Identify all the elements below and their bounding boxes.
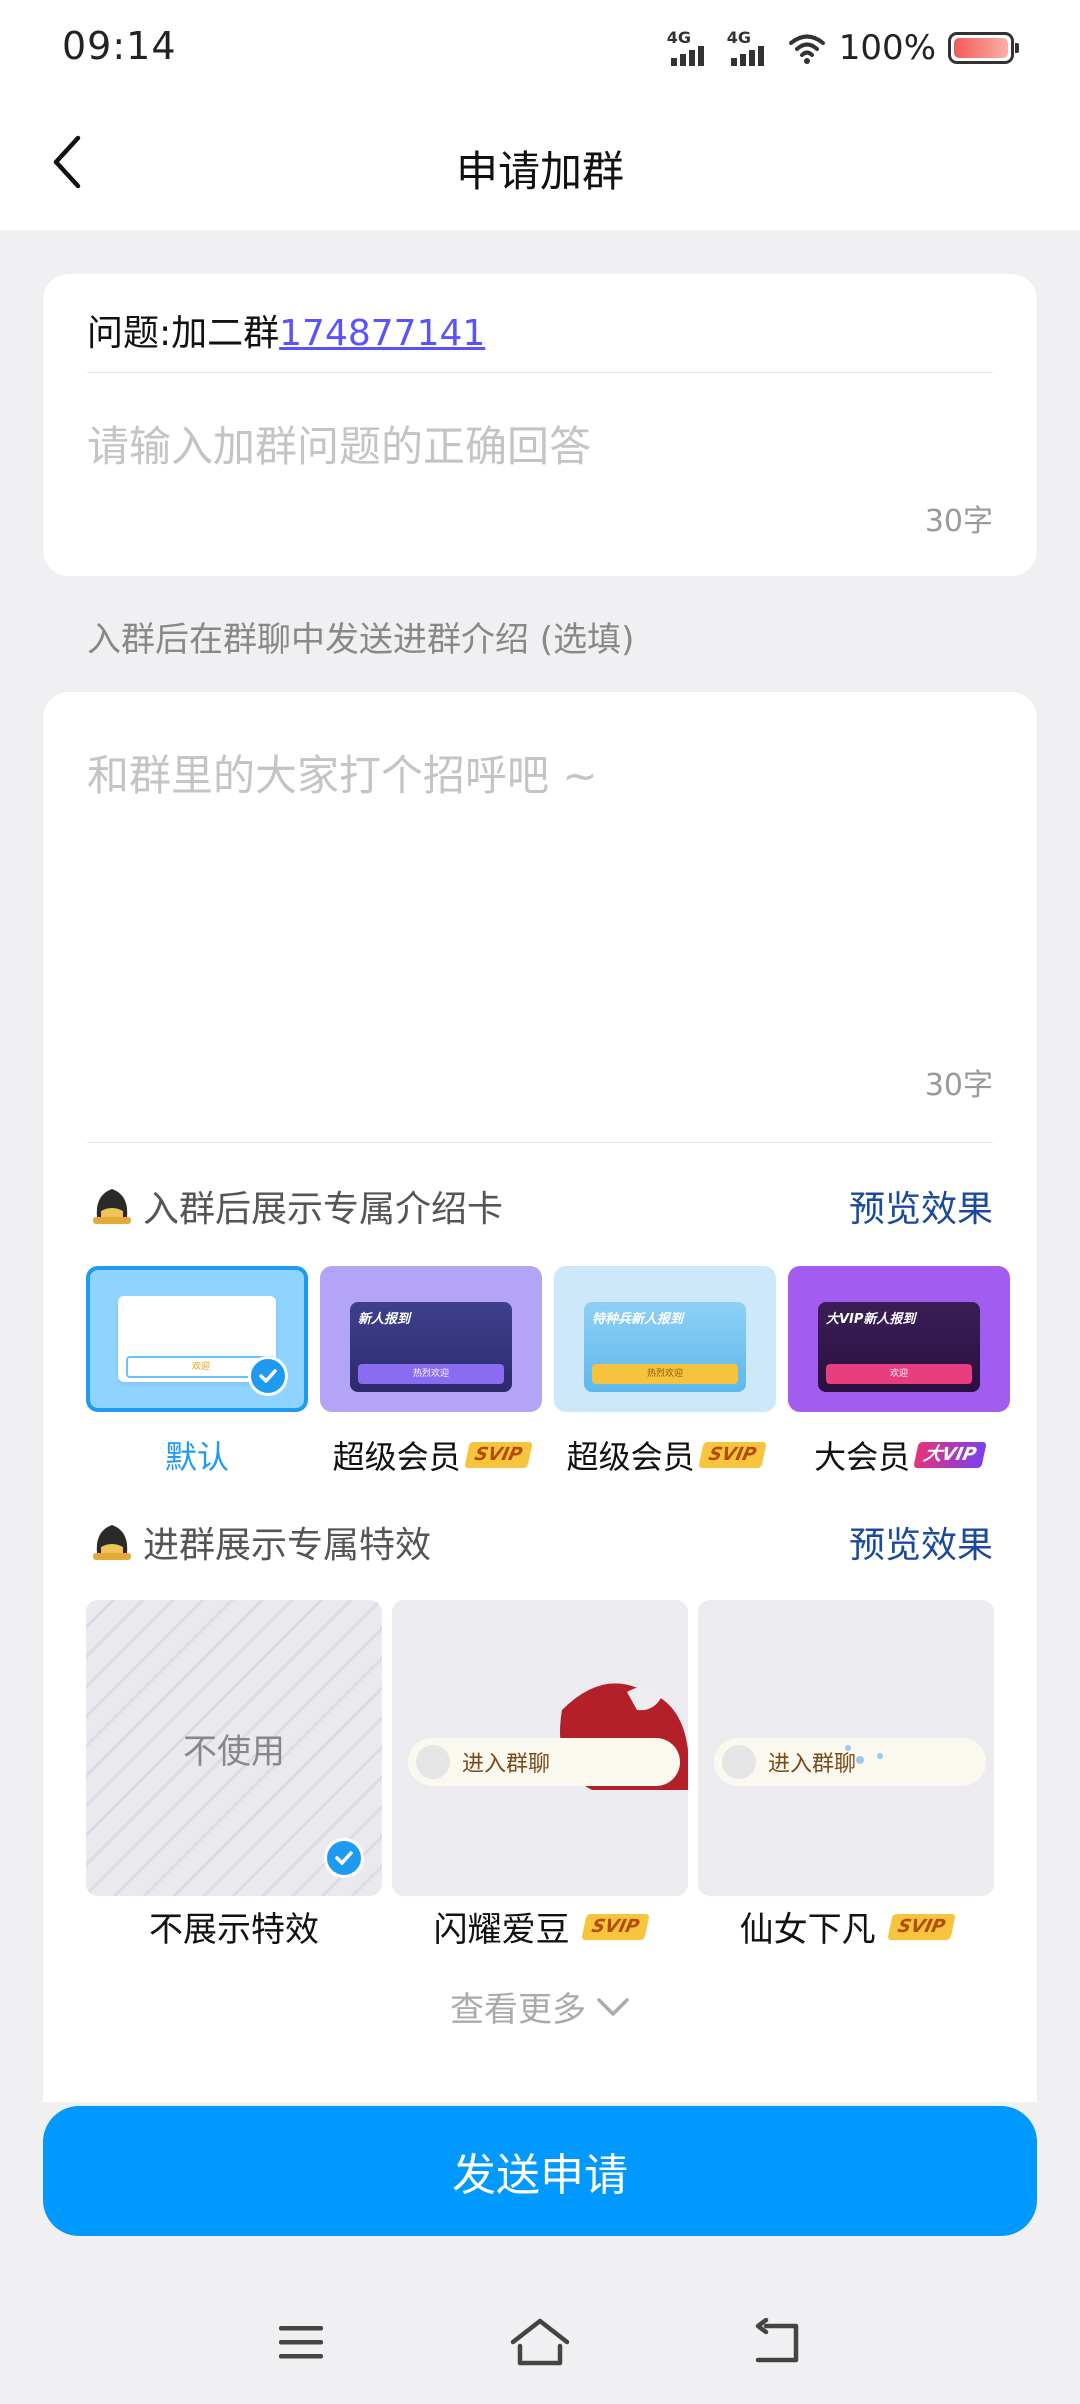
answer-char-counter: 30字 [924,504,993,539]
answer-input[interactable] [87,422,987,471]
intro-card-label-svip[interactable]: 超级会员 SVIP [554,1432,776,1478]
effect-label-text: 闪耀爱豆 [433,1910,570,1950]
effect-label-text: 仙女下凡 [739,1910,876,1950]
avatar [416,1745,450,1779]
card-label-text: 超级会员 [566,1438,695,1476]
page-title: 申请加群 [455,147,624,196]
signal-icon: 4G [667,28,715,68]
sparkle-icon [845,1745,883,1764]
intro-card-list: 欢迎 新人报到 热烈欢迎 特种兵新人报到 热烈欢迎 大VIP新人报到 欢迎 [86,1266,1037,1412]
check-icon [324,1838,364,1878]
preview-link[interactable]: 预览效果 [849,1180,993,1232]
helmet-icon [93,1189,131,1224]
intro-char-counter: 30字 [924,1068,993,1103]
intro-hint: 入群后在群聊中发送进群介绍 (选填) [87,620,635,660]
section-title: 进群展示专属特效 [143,1525,432,1566]
intro-card-bigvip[interactable]: 大VIP新人报到 欢迎 [788,1266,1010,1412]
intro-card-default[interactable]: 欢迎 [86,1266,308,1412]
card-preview: 大VIP新人报到 欢迎 [818,1302,980,1392]
svip-badge: SVIP [886,1913,956,1940]
card-preview-button: 欢迎 [826,1364,972,1384]
submit-button[interactable]: 发送申请 [43,2106,1037,2236]
card-preview: 特种兵新人报到 热烈欢迎 [584,1302,746,1392]
svip-badge: SVIP [697,1442,767,1468]
intro-card-panel: 30字 入群后展示专属介绍卡 预览效果 欢迎 新人报到 热烈欢迎 特种兵新人 [43,692,1037,2102]
see-more-button[interactable]: 查看更多 [43,1982,1037,2031]
effect-shining-idol[interactable]: 进入群聊 [392,1600,688,1896]
effect-none-text: 不使用 [183,1732,285,1772]
intro-card-label-default[interactable]: 默认 [86,1432,308,1478]
signal-label: 4G [666,28,692,47]
card-label-text: 超级会员 [332,1438,461,1476]
effect-label-fairy[interactable]: 仙女下凡 SVIP [698,1902,994,1951]
card-preview-title: 新人报到 [358,1312,411,1327]
status-icons: 4G 4G 100% [667,26,1019,70]
menu-icon [279,2326,323,2359]
effect-label-idol[interactable]: 闪耀爱豆 SVIP [392,1902,688,1951]
intro-message-input[interactable] [87,742,993,1022]
card-preview-title: 大VIP新人报到 [826,1312,916,1327]
effect-label-text: 不展示特效 [149,1910,319,1950]
card-label-text: 大会员 [814,1438,911,1476]
wifi-icon [788,34,825,64]
divider [87,1142,993,1143]
svip-badge: SVIP [580,1913,650,1940]
home-button[interactable] [505,2312,575,2372]
chevron-down-icon [597,1997,629,2016]
card-preview-button: 热烈欢迎 [358,1364,504,1384]
question-text: 问题:加二群 [87,313,280,354]
status-bar: 09:14 4G 4G 100% [0,0,1080,100]
card-preview-title: 特种兵新人报到 [592,1312,684,1327]
helmet-icon [93,1525,131,1560]
check-icon [248,1356,288,1396]
section-title: 入群后展示专属介绍卡 [143,1189,504,1230]
intro-card-label-bigvip[interactable]: 大会员 大VIP [788,1432,1010,1478]
preview-link[interactable]: 预览效果 [849,1516,993,1568]
card-preview-button: 热烈欢迎 [592,1364,738,1384]
effects-section-header: 进群展示专属特效 预览效果 [87,1512,993,1572]
back-icon [755,2318,799,2363]
intro-card-svip[interactable]: 新人报到 热烈欢迎 [320,1266,542,1412]
home-icon [510,2318,570,2366]
intro-card-svip-soldier[interactable]: 特种兵新人报到 热烈欢迎 [554,1266,776,1412]
effect-none[interactable]: 不使用 [86,1600,382,1896]
signal-icon: 4G [727,28,775,68]
see-more-label: 查看更多 [450,1990,586,2030]
bigvip-badge: 大VIP [913,1442,987,1468]
question-card: 问题:加二群174877141 30字 [43,274,1037,576]
back-nav-button[interactable] [744,2312,814,2372]
header: 申请加群 [0,100,1080,230]
system-nav-bar [0,2290,1080,2404]
intro-card-section-header: 入群后展示专属介绍卡 预览效果 [87,1176,993,1236]
signal-label: 4G [726,28,752,47]
effect-label-none[interactable]: 不展示特效 [86,1902,382,1951]
effect-pill-text: 进入群聊 [462,1752,551,1777]
status-time: 09:14 [62,24,177,68]
battery-percent: 100% [838,28,936,68]
menu-button[interactable] [266,2312,336,2372]
divider [87,372,993,373]
card-preview: 新人报到 热烈欢迎 [350,1302,512,1392]
card-label-text: 默认 [164,1438,229,1476]
intro-card-label-svip[interactable]: 超级会员 SVIP [320,1432,542,1478]
question-label: 问题:加二群174877141 [87,304,485,356]
effects-list: 不使用 进入群聊 进入群聊 [86,1600,1037,1896]
battery-icon [948,32,1019,64]
group-number-link[interactable]: 174877141 [279,313,485,354]
effect-fairy[interactable]: 进入群聊 [698,1600,994,1896]
svip-badge: SVIP [463,1442,533,1468]
effect-preview-pill: 进入群聊 [408,1738,680,1786]
